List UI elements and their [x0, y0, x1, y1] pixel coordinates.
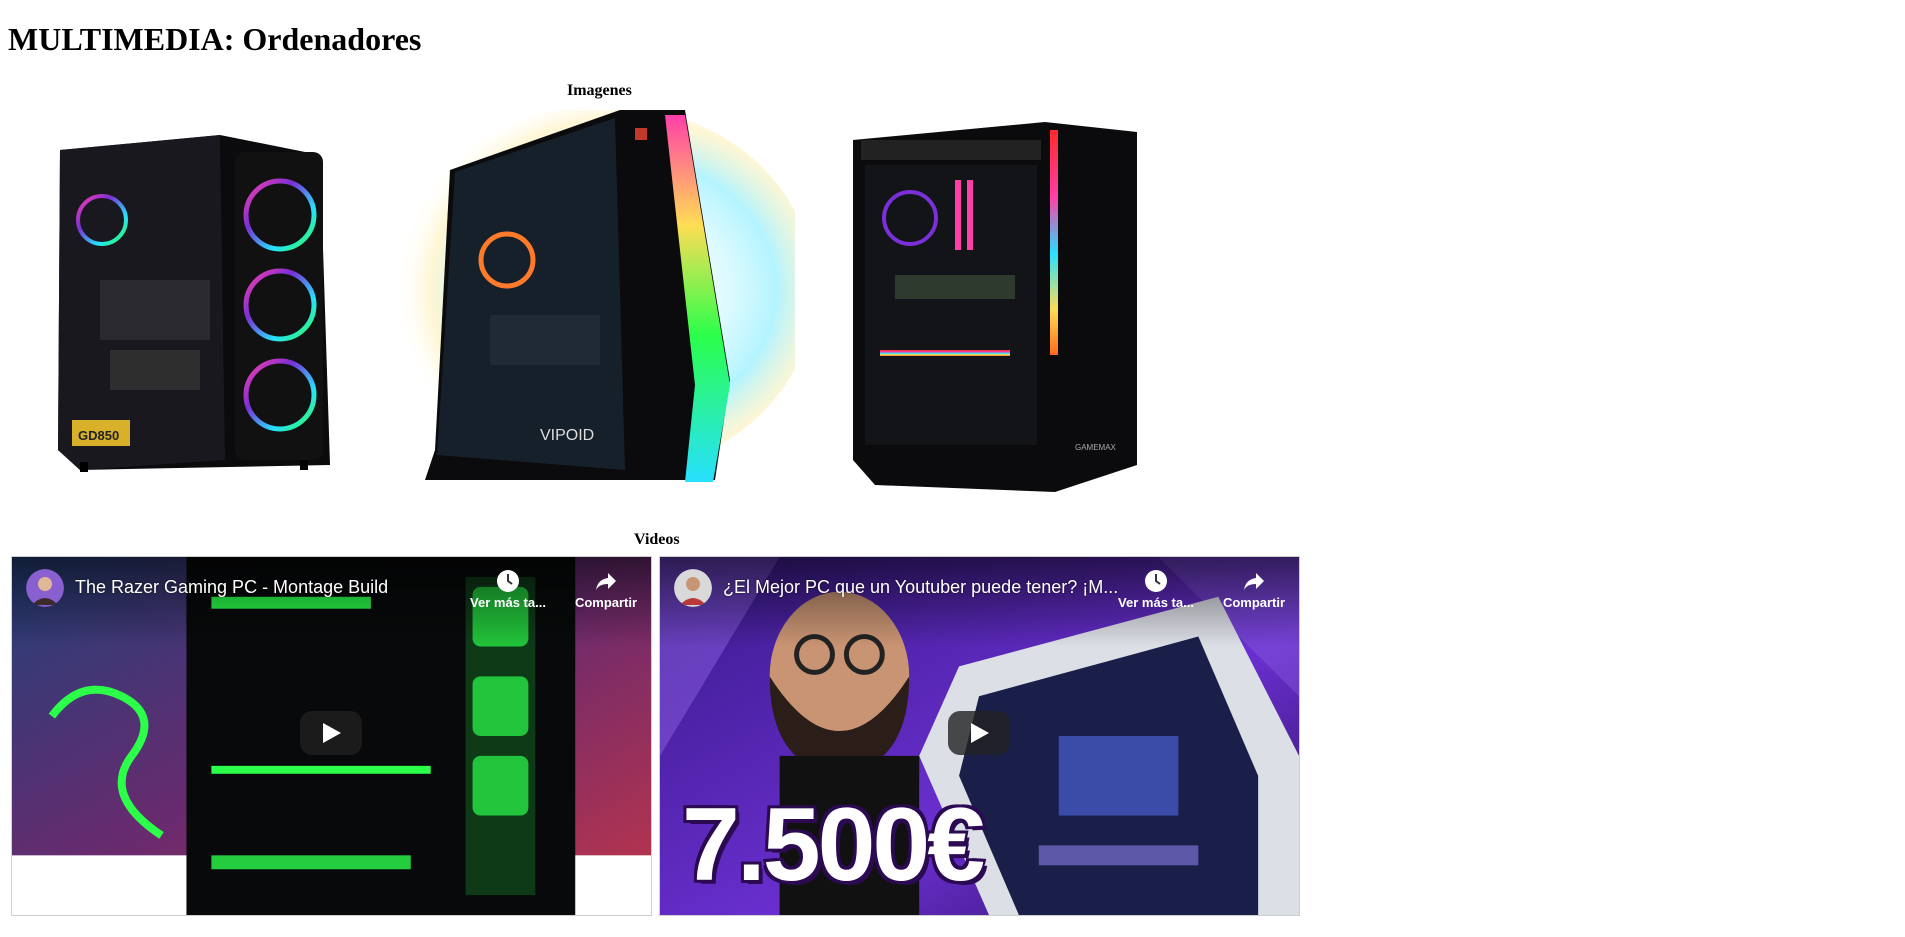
video-top-bar — [660, 557, 1299, 647]
share-label: Compartir — [1222, 595, 1286, 610]
video-player-7500-pc[interactable]: ¿El Mejor PC que un Youtuber puede tener… — [659, 556, 1300, 916]
watch-later-button[interactable]: Ver más ta... — [1116, 569, 1196, 610]
psu-label: GD850 — [78, 428, 119, 443]
watch-later-label: Ver más ta... — [1118, 595, 1194, 610]
channel-avatar[interactable] — [26, 569, 64, 607]
video-player-razer[interactable]: The Razer Gaming PC - Montage Build Ver … — [11, 556, 652, 916]
case-brand-label: GAMEMAX — [1075, 443, 1117, 452]
play-icon — [323, 723, 341, 743]
play-button[interactable] — [300, 711, 362, 755]
share-arrow-icon — [596, 573, 616, 590]
pc-case-rgb-glow-image: VIPOID — [395, 110, 795, 482]
watch-later-label: Ver más ta... — [470, 595, 546, 610]
video-top-bar — [12, 557, 651, 647]
share-button[interactable]: Compartir — [1214, 569, 1294, 610]
play-icon — [971, 723, 989, 743]
page-title: MULTIMEDIA: Ordenadores — [8, 21, 422, 57]
price-overlay-text: 7.500€ — [682, 787, 985, 903]
video-title[interactable]: ¿El Mejor PC que un Youtuber puede tener… — [723, 577, 1143, 598]
pc-case-rgb-strip-image: GAMEMAX — [853, 122, 1137, 492]
videos-caption: Videos — [634, 531, 680, 548]
brand-logo-label: VIPOID — [540, 427, 594, 444]
clock-icon — [497, 570, 519, 592]
channel-avatar[interactable] — [674, 569, 712, 607]
pc-case-ring-fans-image: GD850 — [58, 135, 330, 472]
share-label: Compartir — [574, 595, 638, 610]
play-button[interactable] — [948, 711, 1010, 755]
clock-icon — [1145, 570, 1167, 592]
images-caption: Imagenes — [567, 82, 632, 99]
video-title[interactable]: The Razer Gaming PC - Montage Build — [75, 577, 495, 598]
watch-later-button[interactable]: Ver más ta... — [468, 569, 548, 610]
share-arrow-icon — [1244, 573, 1264, 590]
share-button[interactable]: Compartir — [566, 569, 646, 610]
